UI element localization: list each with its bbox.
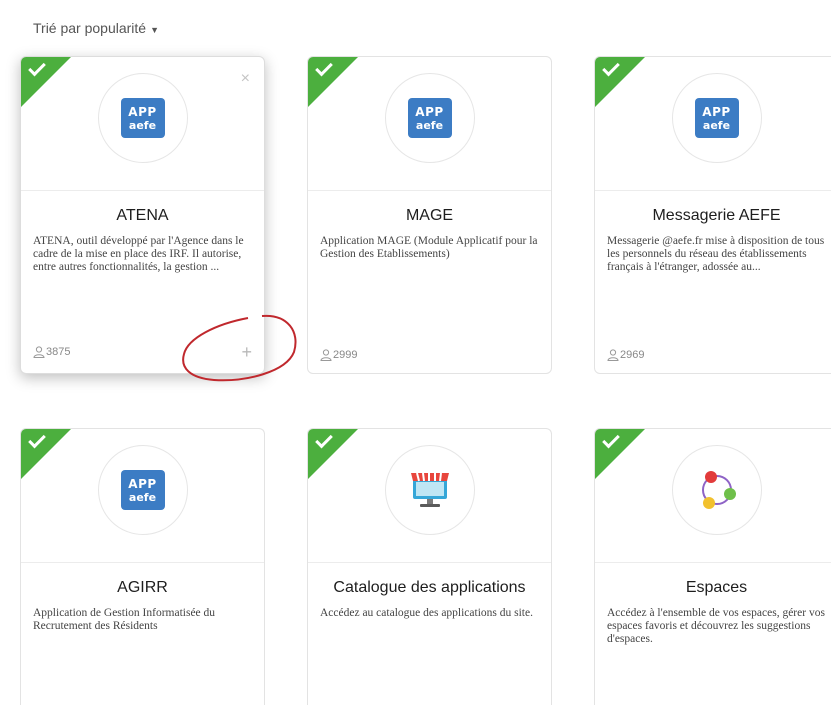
app-card-messagerie[interactable]: APP aefe Messagerie AEFE Messagerie @aef… — [594, 56, 831, 374]
card-header: APP aefe — [595, 57, 831, 191]
app-card-atena[interactable]: × APP aefe ATENA ATENA, outil développé … — [20, 56, 265, 374]
spaces-icon — [701, 471, 736, 509]
card-description: Messagerie @aefe.fr mise à disposition d… — [607, 235, 825, 273]
close-icon[interactable]: × — [241, 71, 250, 87]
user-icon — [607, 349, 619, 361]
user-count: 3875 — [33, 346, 70, 358]
app-logo-circle: APP aefe — [97, 73, 188, 163]
card-description: Accédez à l'ensemble de vos espaces, gér… — [607, 607, 825, 645]
storefront-icon — [410, 472, 449, 507]
app-icon: APP aefe — [694, 98, 739, 138]
card-header — [595, 429, 831, 563]
user-count: 2969 — [607, 349, 644, 361]
sort-dropdown[interactable]: Trié par popularité ▼ — [33, 20, 159, 36]
app-logo-circle — [671, 445, 762, 535]
app-card-agirr[interactable]: APP aefe AGIRR Application de Gestion In… — [20, 428, 265, 705]
card-description: ATENA, outil développé par l'Agence dans… — [33, 235, 244, 273]
card-header: × APP aefe — [21, 57, 264, 191]
user-icon — [33, 346, 45, 358]
user-icon — [320, 349, 332, 361]
app-icon: APP aefe — [120, 470, 165, 510]
card-description: Application de Gestion Informatisée du R… — [33, 607, 216, 632]
card-header — [308, 429, 551, 563]
card-title: Messagerie AEFE — [652, 207, 781, 224]
card-header: APP aefe — [308, 57, 551, 191]
app-card-espaces[interactable]: Espaces Accédez à l'ensemble de vos espa… — [594, 428, 831, 705]
card-title: AGIRR — [117, 579, 168, 596]
card-title: Espaces — [685, 579, 748, 596]
user-count: 2999 — [320, 349, 357, 361]
app-icon: APP aefe — [120, 98, 165, 138]
card-header: APP aefe — [21, 429, 264, 563]
app-logo-circle — [384, 445, 475, 535]
card-title: ATENA — [116, 207, 169, 224]
app-logo-circle: APP aefe — [97, 445, 188, 535]
card-description: Accédez au catalogue des applications du… — [320, 607, 533, 619]
app-card-mage[interactable]: APP aefe MAGE Application MAGE (Module A… — [307, 56, 552, 374]
card-title: Catalogue des applications — [333, 579, 526, 596]
app-icon: APP aefe — [407, 98, 452, 138]
app-logo-circle: APP aefe — [671, 73, 762, 163]
card-title: MAGE — [405, 207, 454, 224]
card-description: Application MAGE (Module Applicatif pour… — [320, 235, 538, 260]
sort-label: Trié par popularité — [33, 20, 147, 36]
add-button[interactable]: + — [241, 343, 252, 361]
app-card-catalogue[interactable]: Catalogue des applications Accédez au ca… — [307, 428, 552, 705]
app-logo-circle: APP aefe — [384, 73, 475, 163]
caret-down-icon: ▼ — [150, 24, 160, 35]
